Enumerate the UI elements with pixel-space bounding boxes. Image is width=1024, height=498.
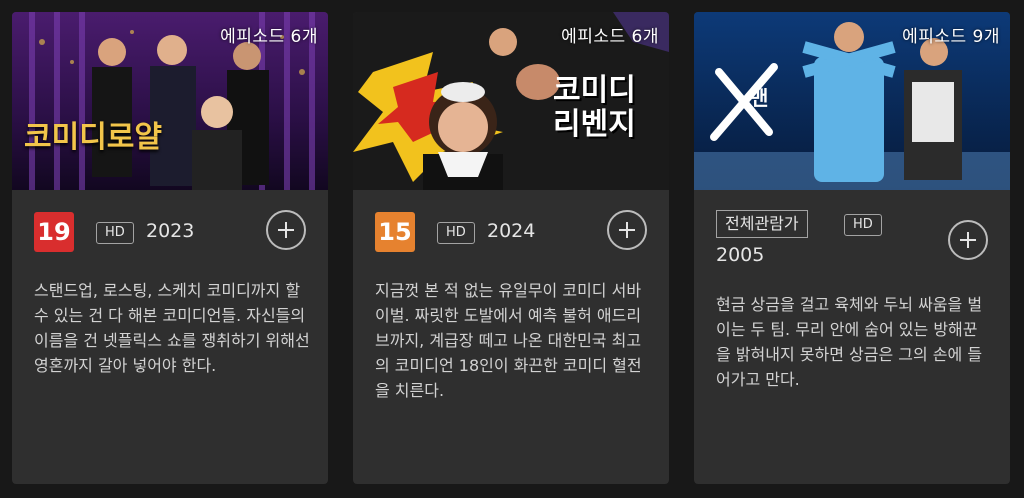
description: 지금껏 본 적 없는 유일무이 코미디 서바이벌. 짜릿한 도발에서 예측 불허… [375,281,642,400]
description: 현금 상금을 걸고 육체와 두뇌 싸움을 벌이는 두 팀. 무리 안에 숨어 있… [716,295,983,389]
release-year: 2005 [716,244,765,266]
add-to-list-button[interactable] [607,210,647,250]
title-card-x-man[interactable]: 맨 에피소드 9개 전체관람가 HD 2005 현금 상금을 걸고 육체와 두뇌… [694,12,1010,484]
add-to-list-button[interactable] [948,220,988,260]
thumbnail-title: 맨 [750,86,769,110]
meta-row: 19 HD 2023 [12,190,328,278]
thumbnail-title: 코미디로얄 [24,120,162,155]
plus-icon [960,232,976,248]
add-to-list-button[interactable] [266,210,306,250]
thumbnail-title-line-1: 코미디 [553,73,636,108]
episode-count: 에피소드 9개 [902,27,1000,47]
meta-row: 15 HD 2024 [353,190,669,278]
age-rating-badge: 15 [375,212,415,252]
plus-icon [278,222,294,238]
age-rating-badge: 19 [34,212,74,252]
thumbnail[interactable]: 코미디 리벤지 에피소드 6개 [353,12,669,190]
thumbnail-title-line-2: 리벤지 [553,107,636,142]
release-year: 2023 [146,220,195,242]
hd-badge: HD [437,222,475,244]
thumbnail[interactable]: 코미디로얄 에피소드 6개 [12,12,328,190]
hd-badge: HD [96,222,134,244]
title-card-comedy-revenge[interactable]: 코미디 리벤지 에피소드 6개 15 HD 2024 지금껏 본 적 없는 유일… [353,12,669,484]
meta-row: 전체관람가 HD 2005 [694,190,1010,290]
title-card-comedy-royale[interactable]: 코미디로얄 에피소드 6개 19 HD 2023 스탠드업, 로스팅, 스케치 … [12,12,328,484]
thumbnail-title: 코미디 리벤지 [553,74,636,142]
release-year: 2024 [487,220,536,242]
thumbnail[interactable]: 맨 에피소드 9개 [694,12,1010,190]
description: 스탠드업, 로스팅, 스케치 코미디까지 할 수 있는 건 다 해본 코미디언들… [34,281,310,375]
plus-icon [619,222,635,238]
hd-badge: HD [844,214,882,236]
age-rating-badge: 전체관람가 [716,210,808,238]
episode-count: 에피소드 6개 [561,27,659,47]
episode-count: 에피소드 6개 [220,27,318,47]
